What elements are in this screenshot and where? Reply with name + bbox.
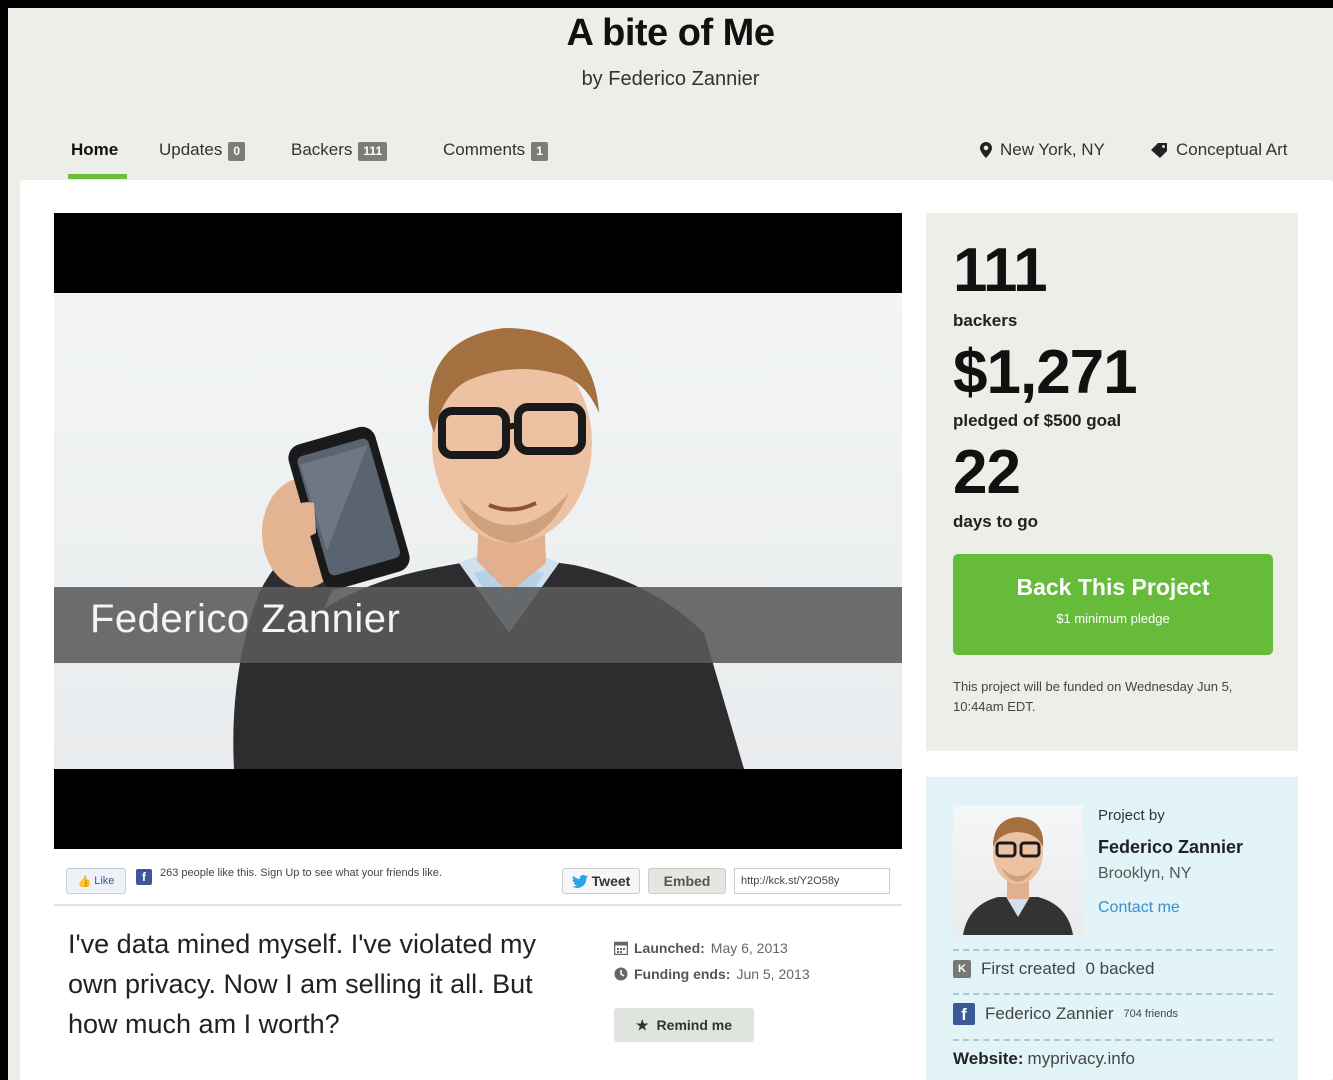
creator-avatar-illustration: [963, 817, 1073, 935]
facebook-icon: f: [953, 1003, 975, 1025]
twitter-bird-icon: [571, 874, 588, 888]
creator-divider: [953, 949, 1273, 951]
like-button-label: Like: [94, 875, 115, 887]
facebook-friends-count: 704 friends: [1123, 1008, 1178, 1020]
facebook-like-count-text: 263 people like this. Sign Up to see wha…: [160, 867, 442, 879]
tweet-button-label: Tweet: [591, 873, 631, 889]
minimum-pledge-label: $1 minimum pledge: [1056, 611, 1170, 626]
pledged-amount: $1,271: [953, 338, 1138, 407]
back-button-label: Back This Project: [1016, 574, 1210, 600]
tab-backers[interactable]: Backers 111: [291, 140, 388, 180]
tab-comments-label: Comments: [443, 140, 526, 159]
contact-me-link[interactable]: Contact me: [1098, 899, 1180, 917]
creator-history-row: K First created 0 backed: [953, 959, 1273, 979]
website-label: Website:: [953, 1049, 1024, 1068]
video-person-illustration: [233, 328, 744, 769]
category-link[interactable]: Conceptual Art: [1150, 140, 1288, 160]
creator-divider: [953, 993, 1273, 995]
thumbs-up-icon: 👍: [77, 875, 92, 888]
backers-label: backers: [953, 311, 1018, 330]
active-tab-indicator: [68, 174, 127, 179]
page-title: A bite of Me: [566, 12, 775, 54]
back-this-project-button[interactable]: Back This Project $1 minimum pledge: [953, 554, 1273, 655]
tab-updates[interactable]: Updates 0: [159, 140, 246, 180]
video-name-caption: Federico Zannier: [54, 587, 902, 663]
location-label: New York, NY: [1000, 140, 1105, 159]
video-frame-image: [54, 293, 902, 769]
days-to-go-count: 22: [953, 438, 1021, 507]
project-byline[interactable]: by Federico Zannier: [8, 68, 1333, 91]
clock-icon: [614, 967, 628, 981]
funding-deadline-note: This project will be funded on Wednesday…: [953, 679, 1233, 714]
tab-comments[interactable]: Comments 1: [443, 140, 548, 180]
tweet-button[interactable]: Tweet: [562, 868, 640, 894]
first-created-label: First created: [981, 959, 1076, 978]
tab-backers-label: Backers: [291, 140, 353, 159]
category-label: Conceptual Art: [1176, 140, 1288, 159]
tab-home-label: Home: [71, 140, 119, 159]
creator-facebook-name: Federico Zannier: [985, 1004, 1114, 1023]
map-pin-icon: [980, 142, 992, 158]
tab-updates-label: Updates: [159, 140, 223, 159]
comments-count-badge: 1: [531, 142, 548, 161]
launched-label: Launched:: [634, 940, 705, 956]
short-url-field[interactable]: http://kck.st/Y2O58y: [734, 868, 890, 894]
embed-button[interactable]: Embed: [648, 868, 726, 894]
website-link[interactable]: myprivacy.info: [1028, 1049, 1135, 1069]
project-video[interactable]: Federico Zannier: [54, 213, 902, 849]
backers-count: 111: [953, 236, 1048, 305]
facebook-like-button[interactable]: 👍 Like: [66, 868, 126, 894]
funding-end-date: Funding ends: Jun 5, 2013: [614, 966, 810, 982]
kickstarter-icon: K: [953, 960, 971, 978]
creator-panel: Project by Federico Zannier Brooklyn, NY…: [926, 777, 1298, 1080]
backers-count-badge: 111: [358, 142, 388, 161]
video-caption-text: Federico Zannier: [90, 597, 401, 641]
star-icon: ★: [635, 1016, 649, 1033]
content-panel: Federico Zannier 👍 Like f 263 people lik…: [20, 180, 1333, 1080]
creator-name[interactable]: Federico Zannier: [1098, 837, 1243, 858]
funding-ends-value: Jun 5, 2013: [736, 966, 810, 982]
calendar-icon: [614, 941, 628, 955]
creator-location: Brooklyn, NY: [1098, 865, 1192, 882]
creator-avatar[interactable]: [953, 805, 1083, 935]
facebook-icon: f: [136, 869, 152, 885]
launched-value: May 6, 2013: [710, 940, 788, 956]
page-frame: A bite of Me by Federico Zannier Home Up…: [8, 8, 1333, 1080]
creator-divider: [953, 1039, 1273, 1041]
days-to-go-label: days to go: [953, 512, 1039, 531]
social-share-bar: 👍 Like f 263 people like this. Sign Up t…: [54, 860, 902, 906]
embed-button-label: Embed: [663, 873, 711, 889]
remind-me-label: Remind me: [656, 1017, 733, 1033]
backed-count: 0 backed: [1085, 959, 1155, 978]
project-blurb: I've data mined myself. I've violated my…: [68, 929, 537, 1039]
creator-facebook-row[interactable]: f Federico Zannier 704 friends: [953, 1003, 1273, 1025]
funding-ends-label: Funding ends:: [634, 966, 731, 982]
launched-date: Launched: May 6, 2013: [614, 940, 788, 956]
location-link[interactable]: New York, NY: [980, 140, 1105, 160]
creator-website-row: Website: myprivacy.info: [953, 1049, 1273, 1069]
project-by-caption: Project by: [1098, 807, 1165, 824]
tag-icon: [1151, 143, 1167, 158]
pledged-goal-label: pledged of $500 goal: [953, 411, 1122, 430]
funding-stats-panel: 111 backers $1,271 pledged of $500 goal …: [926, 213, 1298, 751]
updates-count-badge: 0: [228, 142, 246, 161]
remind-me-button[interactable]: ★ Remind me: [614, 1008, 754, 1042]
